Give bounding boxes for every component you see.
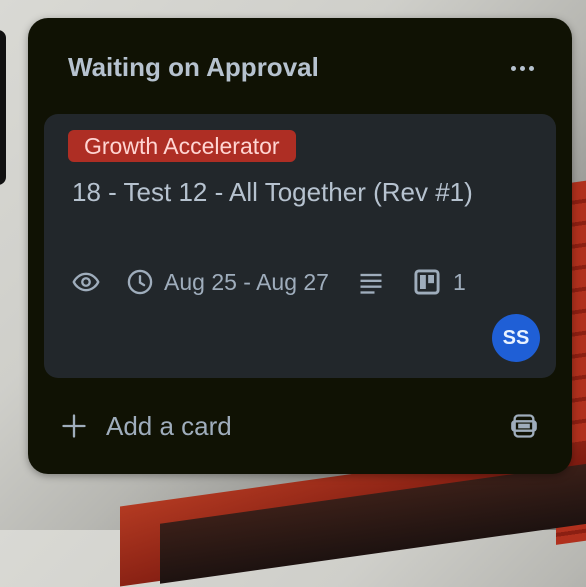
add-card-label: Add a card	[106, 410, 232, 441]
list-more-button[interactable]	[502, 56, 542, 80]
add-card-button[interactable]: Add a card	[60, 408, 232, 444]
card[interactable]: Growth Accelerator 18 - Test 12 - All To…	[44, 114, 556, 378]
adjacent-list-edge	[0, 30, 6, 185]
ellipsis-icon	[528, 65, 534, 71]
plus-icon	[62, 414, 86, 438]
list-footer: Add a card	[28, 398, 572, 454]
member-avatar[interactable]: SS	[492, 314, 540, 362]
dates-text: Aug 25 - Aug 27	[164, 268, 329, 295]
board-badge: 1	[413, 268, 466, 296]
board-count: 1	[452, 268, 466, 295]
card-badges: Aug 25 - Aug 27 1	[72, 264, 466, 300]
list-waiting-on-approval: Waiting on Approval Growth Accelerator 1…	[28, 18, 572, 474]
ellipsis-icon	[519, 65, 525, 71]
board-icon	[414, 269, 440, 295]
list-title[interactable]: Waiting on Approval	[68, 52, 319, 83]
ellipsis-icon	[510, 65, 516, 71]
card-label[interactable]: Growth Accelerator	[68, 130, 296, 162]
card-title[interactable]: 18 - Test 12 - All Together (Rev #1)	[72, 172, 512, 212]
description-icon	[360, 273, 382, 294]
card-template-icon	[511, 414, 537, 438]
clock-icon	[127, 269, 153, 295]
eye-icon	[72, 272, 100, 292]
card-template-button[interactable]	[510, 412, 538, 440]
list-header[interactable]: Waiting on Approval	[28, 18, 572, 114]
dates-badge[interactable]: Aug 25 - Aug 27	[126, 268, 329, 296]
description-badge	[357, 268, 385, 296]
watch-badge	[72, 268, 100, 296]
